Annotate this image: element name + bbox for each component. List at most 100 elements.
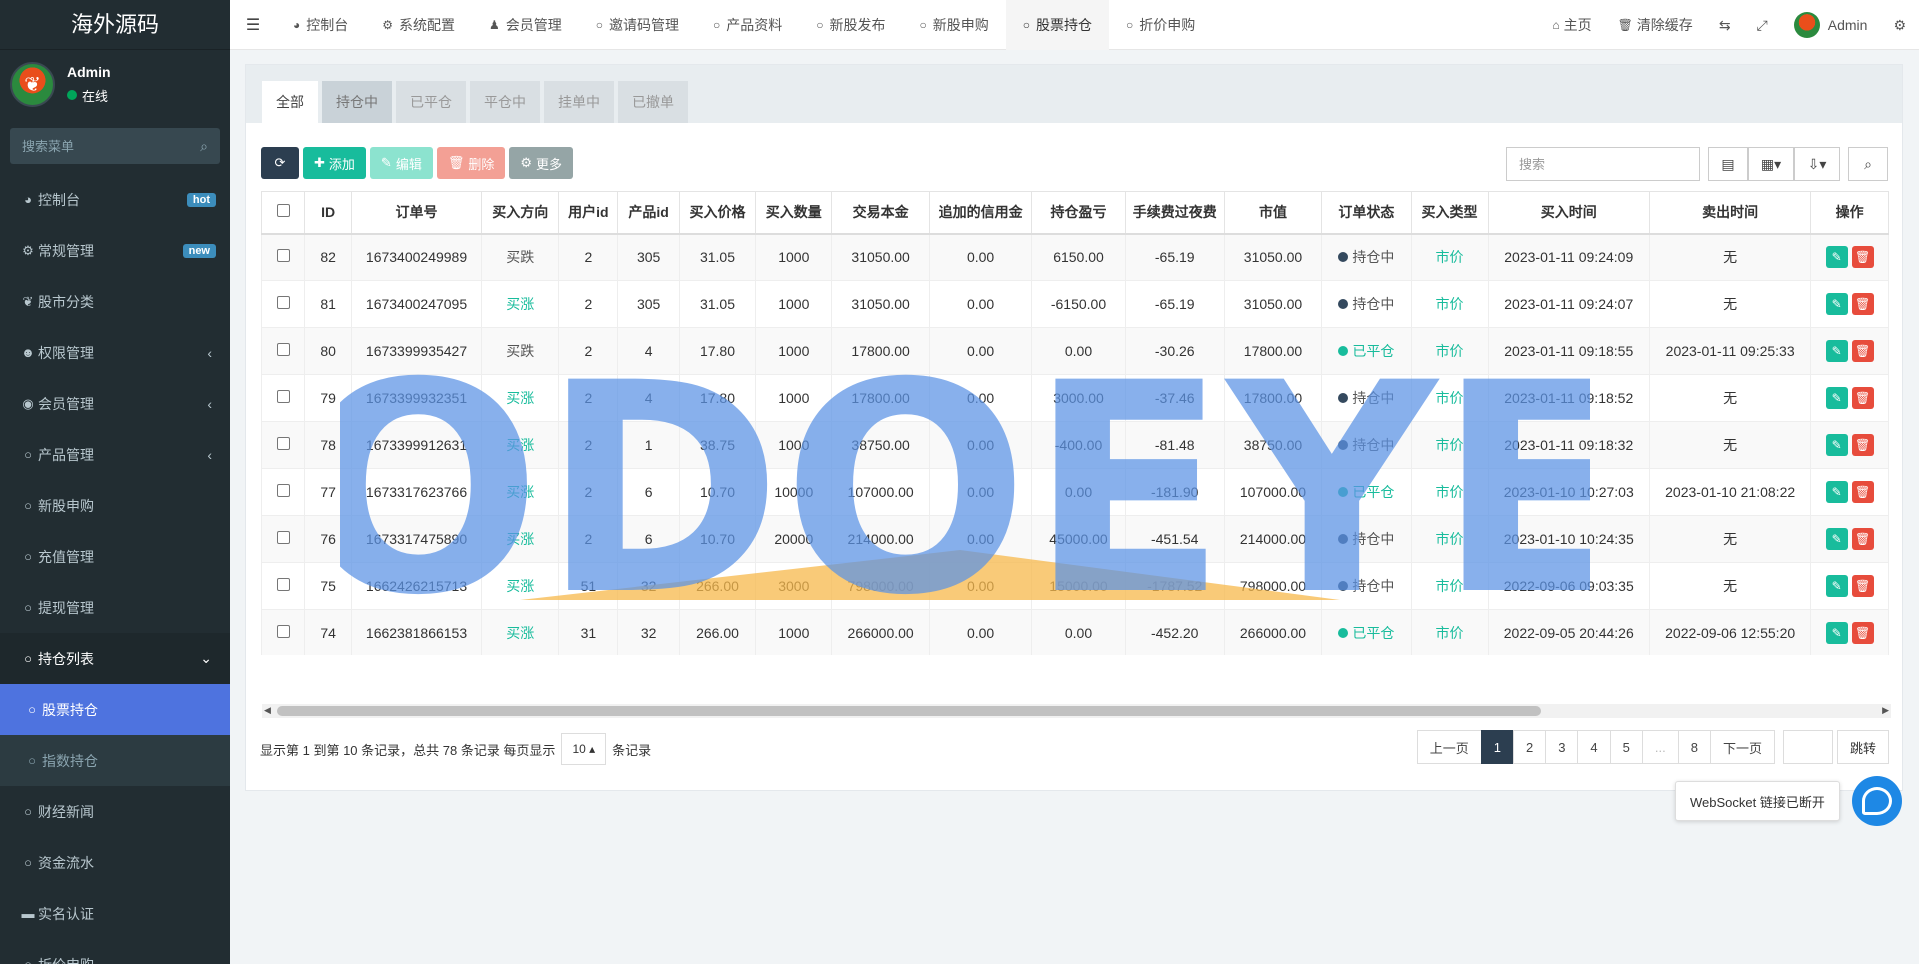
column-header[interactable]: 订单状态 [1321,191,1412,235]
edit-row-icon[interactable]: ✎ [1825,293,1848,315]
nav-tab-5[interactable]: ○ 新股发布 [799,0,902,50]
column-header[interactable]: 买入数量 [755,191,833,235]
page-button[interactable]: 2 [1512,730,1547,764]
menu-search-input[interactable] [10,138,190,154]
row-checkbox[interactable] [261,468,306,516]
nav-tab-4[interactable]: ○ 产品资料 [696,0,799,50]
column-header[interactable]: ID [304,191,352,235]
status-tab-5[interactable]: 已撤单 [618,81,688,123]
toggle-view-button[interactable]: ▤ [1708,147,1748,181]
sidebar-item-3[interactable]: ☻ 权限管理 ‹ [0,327,230,378]
table-row[interactable]: 76 1673317475890 买涨 2 6 10.70 20000 214000.00 0.… [261,515,1889,563]
table-row[interactable]: 79 1673399932351 买涨 2 4 17.80 1000 17800.00 0.00… [261,374,1889,422]
page-size-select[interactable]: 10 ▴ [561,733,607,765]
export-button[interactable]: ⇩▾ [1794,147,1840,181]
row-checkbox[interactable] [261,280,306,328]
row-checkbox[interactable] [261,421,306,469]
nav-tab-0[interactable]: ◕ 控制台 [276,0,365,50]
delete-row-icon[interactable]: 🗑 [1851,293,1874,315]
sidebar-item-8[interactable]: ○ 提现管理 [0,582,230,633]
sidebar-item-0[interactable]: ◕ 控制台 hot [0,174,230,225]
sidebar-item-13[interactable]: ○ 资金流水 [0,837,230,888]
row-checkbox[interactable] [261,374,306,422]
delete-row-icon[interactable]: 🗑 [1851,528,1874,550]
scroll-right-icon[interactable]: ▶ [1882,705,1889,716]
add-button[interactable]: ✚ 添加 [303,147,366,179]
app-logo[interactable]: 海外源码 [0,0,230,50]
status-tab-3[interactable]: 平仓中 [470,81,540,123]
column-header[interactable]: 买入时间 [1487,191,1650,235]
table-row[interactable]: 75 1662426215713 买涨 51 32 266.00 3000 798000.00… [261,562,1889,610]
status-tab-1[interactable]: 持仓中 [322,81,392,123]
select-all-checkbox[interactable] [261,191,306,235]
more-button[interactable]: ⚙ 更多 [509,147,574,179]
nav-tab-6[interactable]: ○ 新股申购 [903,0,1006,50]
page-button[interactable]: ... [1641,730,1679,764]
column-header[interactable]: 买入价格 [678,191,757,235]
horizontal-scrollbar[interactable]: ◀ ▶ [262,704,1891,718]
delete-row-icon[interactable]: 🗑 [1851,434,1874,456]
page-button[interactable]: 8 [1677,730,1711,764]
advanced-search-button[interactable]: ⌕ [1848,147,1888,181]
table-row[interactable]: 80 1673399935427 买跌 2 4 17.80 1000 17800.00 0.00… [261,327,1889,375]
sidebar-item-15[interactable]: ○折价申购 [0,939,230,964]
table-search-input[interactable] [1506,147,1700,181]
sidebar-item-12[interactable]: ○ 财经新闻 [0,786,230,837]
edit-row-icon[interactable]: ✎ [1825,340,1848,362]
prev-page-button[interactable]: 上一页 [1416,730,1482,764]
settings-icon[interactable]: ⚙ [1880,17,1919,34]
refresh-button[interactable]: ⟳ [261,147,299,179]
table-row[interactable]: 81 1673400247095 买涨 2 305 31.05 1000 31050.00 0.… [261,280,1889,328]
status-tab-4[interactable]: 挂单中 [544,81,614,123]
edit-row-icon[interactable]: ✎ [1825,622,1848,644]
edit-button[interactable]: ✎ 编辑 [369,147,433,179]
sidebar-item-14[interactable]: ▬ 实名认证 [0,888,230,939]
table-row[interactable]: 74 1662381866153 买涨 31 32 266.00 1000 266000.00… [261,609,1889,655]
sidebar-item-9[interactable]: ○ 持仓列表 ⌄ [0,633,230,684]
column-header[interactable]: 订单号 [350,191,483,235]
row-checkbox[interactable] [261,327,306,375]
next-page-button[interactable]: 下一页 [1709,730,1775,764]
sidebar-item-6[interactable]: ○ 新股申购 [0,480,230,531]
column-header[interactable]: 产品id [617,191,680,235]
columns-button[interactable]: ▦▾ [1748,147,1794,181]
row-checkbox[interactable] [261,562,306,610]
edit-row-icon[interactable]: ✎ [1825,575,1848,597]
nav-tab-8[interactable]: ○ 折价申购 [1109,0,1212,50]
edit-row-icon[interactable]: ✎ [1825,387,1848,409]
nav-tab-2[interactable]: ♟ 会员管理 [472,0,579,50]
sidebar-item-1[interactable]: ⚙ 常规管理 new [0,225,230,276]
menu-toggle-icon[interactable]: ☰ [230,15,276,35]
sidebar-item-7[interactable]: ○ 充值管理 [0,531,230,582]
fullscreen-icon[interactable]: ⤢ [1744,17,1781,34]
column-header[interactable]: 操作 [1810,191,1889,235]
column-header[interactable]: 买入方向 [481,191,560,235]
delete-row-icon[interactable]: 🗑 [1851,387,1874,409]
edit-row-icon[interactable]: ✎ [1825,528,1848,550]
row-checkbox[interactable] [261,609,306,655]
sidebar-item-5[interactable]: ○ 产品管理 ‹ [0,429,230,480]
table-row[interactable]: 78 1673399912631 买涨 2 1 38.75 1000 38750.00 0.00… [261,421,1889,469]
sidebar-item-10[interactable]: ○ 股票持仓 [0,684,230,735]
delete-row-icon[interactable]: 🗑 [1851,575,1874,597]
page-button[interactable]: 4 [1577,730,1611,764]
scroll-left-icon[interactable]: ◀ [264,705,271,716]
admin-menu[interactable]: Admin [1781,12,1881,38]
page-button[interactable]: 3 [1545,730,1579,764]
column-header[interactable]: 追加的信用金 [928,191,1033,235]
search-icon[interactable]: ⌕ [200,138,208,155]
column-header[interactable]: 手续费过夜费 [1124,191,1225,235]
nav-tab-3[interactable]: ○ 邀请码管理 [579,0,696,50]
delete-row-icon[interactable]: 🗑 [1851,340,1874,362]
sidebar-item-4[interactable]: ◉ 会员管理 ‹ [0,378,230,429]
column-header[interactable]: 用户id [558,191,619,235]
scroll-thumb[interactable] [277,706,1541,716]
sidebar-item-11[interactable]: ○ 指数持仓 [0,735,230,786]
row-checkbox[interactable] [261,233,306,281]
sidebar-item-2[interactable]: ❦ 股市分类 [0,276,230,327]
delete-row-icon[interactable]: 🗑 [1851,246,1874,269]
home-link[interactable]: ⌂ 主页 [1539,15,1604,35]
table-row[interactable]: 82 1673400249989 买跌 2 305 31.05 1000 31050.00 0.… [261,233,1889,281]
edit-row-icon[interactable]: ✎ [1825,434,1848,456]
nav-tab-7[interactable]: ○ 股票持仓 [1005,0,1110,50]
